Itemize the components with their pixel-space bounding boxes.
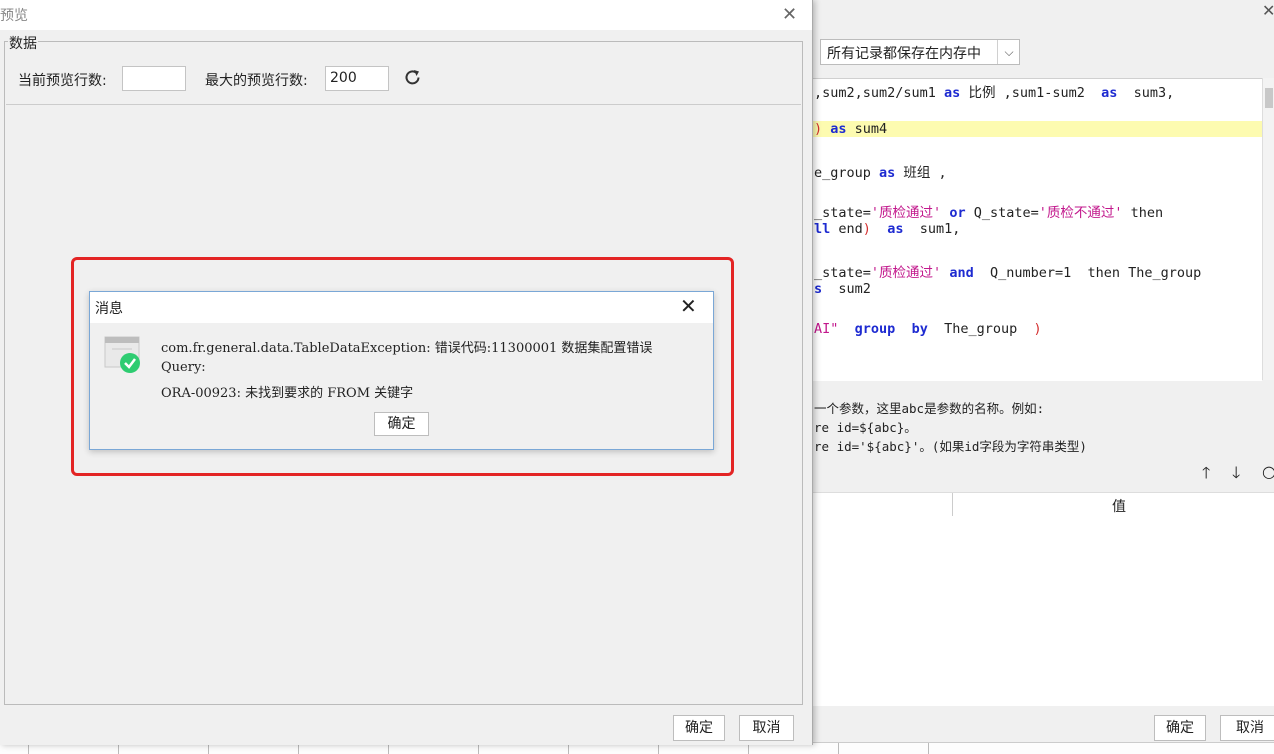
window-title: 预览 [0,8,28,24]
sql-editor[interactable]: ,sum2,sum2/sum1 as 比例 ,sum1-sum2 as sum3… [812,78,1262,381]
parameter-table-body[interactable] [812,516,1274,706]
code-line: _state='质检通过' and Q_number=1 then The_gr… [814,265,1202,281]
current-row-count-input[interactable] [122,66,186,91]
arrow-down-icon[interactable]: 🡓 [1232,462,1240,489]
error-message-line: Query: [161,360,206,375]
bg-ok-button[interactable]: 确定 [1154,715,1206,741]
hint-line: re id=${abc}。 [814,420,917,435]
refresh-icon[interactable] [403,68,423,88]
code-line: AI" group by The_group ) [814,321,1042,337]
hint-line: 一个参数，这里abc是参数的名称。例如: [814,401,1045,416]
close-icon[interactable]: ✕ [1262,3,1274,19]
preview-titlebar: 预览 ✕ [0,0,812,30]
code-line: ll end) as sum1, [814,221,961,237]
parameter-hint: 一个参数，这里abc是参数的名称。例如: re id=${abc}。 re id… [812,396,1274,456]
column-divider [952,493,953,517]
group-label: 数据 [8,33,38,53]
code-line: e_group as 班组 , [814,165,947,181]
bg-cancel-button[interactable]: 取消 [1220,715,1274,741]
storage-mode-value: 所有记录都保存在内存中 [827,46,981,62]
arrow-up-icon[interactable]: 🡑 [1202,462,1210,489]
dataset-check-icon [104,336,140,373]
dialog-title: 消息 [95,301,123,317]
chevron-down-icon[interactable]: ⌵ [997,40,1020,64]
error-message-line: com.fr.general.data.TableDataException: … [161,341,653,356]
max-rows-label: 最大的预览行数: [205,73,308,89]
close-icon[interactable]: ✕ [782,4,797,25]
dialog-ok-button[interactable]: 确定 [374,412,429,436]
code-line: ,sum2,sum2/sum1 as 比例 ,sum1-sum2 as sum3… [814,85,1175,101]
current-row-count-label: 当前预览行数: [18,73,107,89]
code-line: _state='质检通过' or Q_state='质检不通过' then [814,205,1164,221]
code-line: s sum2 [814,281,871,297]
max-rows-input[interactable]: 200 [325,66,389,91]
message-dialog: 消息 ✕ com.fr.general.data.TableDataExcept… [89,291,714,450]
refresh-icon[interactable]: ○ [1262,462,1274,481]
error-message-line: ORA-00923: 未找到要求的 FROM 关键字 [161,386,414,401]
parameter-toolbar: 🡑 🡓 ○ [1196,462,1274,486]
dialog-titlebar: 消息 ✕ [90,292,713,323]
storage-mode-select[interactable]: 所有记录都保存在内存中 ⌵ [820,39,1020,65]
editor-scrollbar[interactable] [1262,78,1274,380]
parameter-table-header: 值 [812,492,1274,518]
preview-cancel-button[interactable]: 取消 [739,715,794,741]
preview-ok-button[interactable]: 确定 [673,715,725,741]
value-column-header: 值 [1112,499,1126,515]
close-icon[interactable]: ✕ [680,294,697,318]
code-line: ) as sum4 [812,121,1262,137]
hint-line: re id='${abc}'。(如果id字段为字符串类型) [814,439,1087,454]
